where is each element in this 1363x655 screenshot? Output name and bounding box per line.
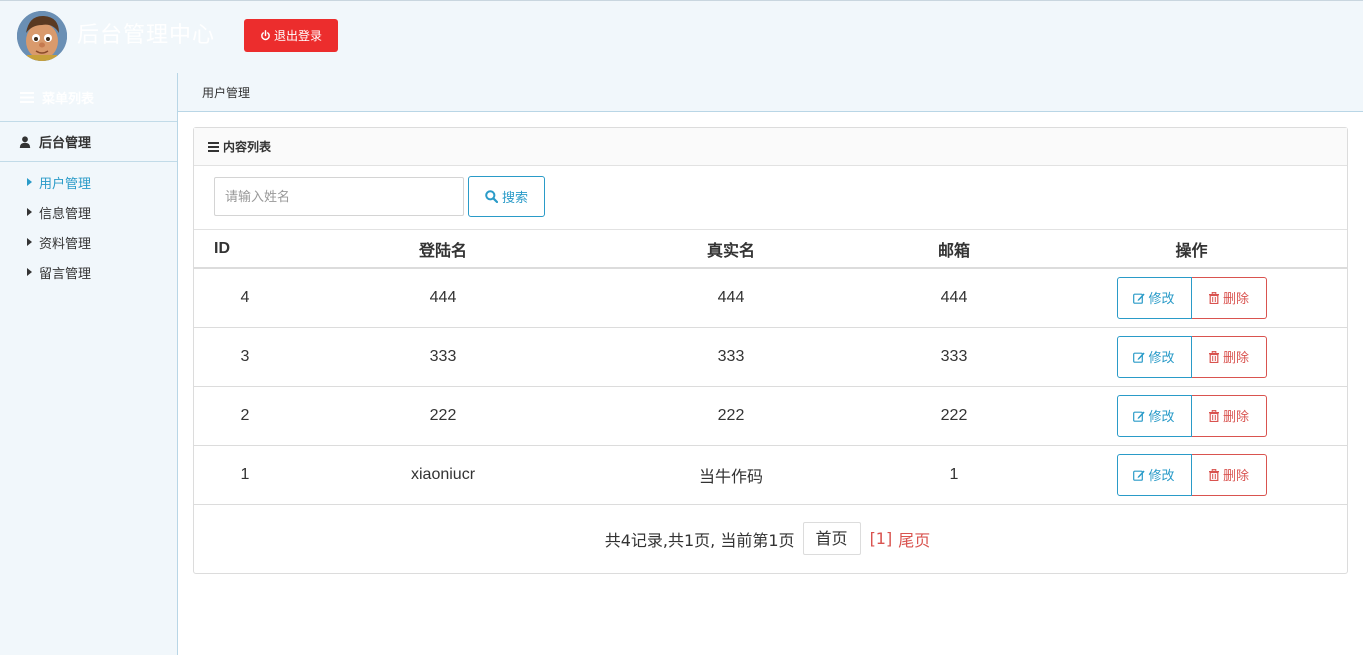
trash-icon (1208, 409, 1220, 422)
cell-login: 444 (296, 268, 590, 328)
current-page-link[interactable]: [1] (870, 529, 893, 548)
cell-id: 1 (194, 445, 296, 505)
caret-right-icon (27, 238, 32, 246)
sidebar-item-label: 用户管理 (39, 176, 92, 192)
panel-title: 内容列表 (223, 140, 272, 154)
list-icon (208, 141, 219, 152)
delete-label: 删除 (1222, 410, 1249, 425)
sidebar-menu: 用户管理 信息管理 资料管理 留言管理 (0, 167, 177, 287)
edit-button[interactable]: 修改 (1116, 276, 1192, 319)
cell-email: 333 (872, 327, 1036, 387)
cell-actions: 修改 删除 (1036, 445, 1347, 505)
delete-button[interactable]: 删除 (1191, 453, 1267, 496)
sidebar-item-label: 信息管理 (39, 206, 92, 222)
panel-heading: 内容列表 (194, 128, 1347, 166)
column-header-actions: 操作 (1036, 230, 1347, 269)
edit-icon (1133, 410, 1146, 422)
sidebar: 菜单列表 后台管理 用户管理 信息管理 资料管理 留言管理 (0, 73, 178, 655)
caret-right-icon (27, 268, 32, 276)
logout-label: 退出登录 (273, 29, 322, 43)
caret-right-icon (27, 178, 32, 186)
edit-label: 修改 (1148, 469, 1175, 484)
edit-button[interactable]: 修改 (1116, 394, 1192, 437)
search-button-label: 搜索 (501, 191, 528, 206)
cell-login: 222 (296, 386, 590, 446)
sidebar-item-data-management[interactable]: 资料管理 (0, 227, 177, 257)
name-search-input[interactable] (214, 177, 464, 216)
cell-login: 333 (296, 327, 590, 387)
edit-button[interactable]: 修改 (1116, 453, 1192, 496)
trash-icon (1208, 291, 1220, 304)
sidebar-group-label: 后台管理 (39, 136, 92, 151)
cell-realname: 333 (590, 327, 872, 387)
edit-icon (1133, 351, 1146, 363)
cell-actions: 修改 删除 (1036, 327, 1347, 387)
user-table: ID 登陆名 真实名 邮箱 操作 4 444 444 444 修改 删除 3 3… (194, 230, 1347, 505)
sidebar-item-message-management[interactable]: 留言管理 (0, 257, 177, 287)
search-row: 搜索 (194, 166, 1347, 230)
breadcrumb-bar: 用户管理 (178, 73, 1363, 112)
cell-realname: 222 (590, 386, 872, 446)
search-icon (485, 190, 498, 203)
delete-button[interactable]: 删除 (1191, 394, 1267, 437)
content-panel: 内容列表 搜索 ID 登陆名 真实名 邮箱 操作 4 444 444 (193, 127, 1348, 574)
cell-id: 4 (194, 268, 296, 328)
sidebar-item-user-management[interactable]: 用户管理 (0, 167, 177, 197)
delete-button[interactable]: 删除 (1191, 335, 1267, 378)
trash-icon (1208, 468, 1220, 481)
list-icon (20, 91, 34, 103)
table-row: 3 333 333 333 修改 删除 (194, 327, 1347, 387)
breadcrumb: 用户管理 (202, 86, 251, 100)
edit-label: 修改 (1148, 292, 1175, 308)
cell-actions: 修改 删除 (1036, 386, 1347, 446)
first-page-button[interactable]: 首页 (802, 522, 861, 555)
power-icon (260, 30, 271, 41)
delete-label: 删除 (1222, 351, 1249, 366)
menu-list-title: 菜单列表 (42, 91, 95, 107)
last-page-link[interactable]: 尾页 (898, 527, 930, 551)
table-row: 4 444 444 444 修改 删除 (194, 268, 1347, 328)
menu-list-header: 菜单列表 (0, 73, 177, 122)
caret-right-icon (27, 208, 32, 216)
user-icon (19, 135, 31, 148)
column-header-id: ID (194, 230, 296, 269)
sidebar-item-info-management[interactable]: 信息管理 (0, 197, 177, 227)
table-row: 2 222 222 222 修改 删除 (194, 386, 1347, 446)
cell-email: 1 (872, 445, 1036, 505)
cell-login: xiaoniucr (296, 445, 590, 505)
avatar (17, 11, 67, 61)
table-row: 1 xiaoniucr 当牛作码 1 修改 删除 (194, 445, 1347, 505)
edit-icon (1133, 292, 1146, 304)
column-header-realname: 真实名 (590, 230, 872, 269)
logout-button[interactable]: 退出登录 (244, 19, 338, 52)
cell-actions: 修改 删除 (1036, 268, 1347, 328)
table-header-row: ID 登陆名 真实名 邮箱 操作 (194, 230, 1347, 269)
sidebar-item-label: 留言管理 (39, 266, 92, 282)
cell-id: 3 (194, 327, 296, 387)
edit-button[interactable]: 修改 (1116, 335, 1192, 378)
cell-id: 2 (194, 386, 296, 446)
edit-label: 修改 (1148, 410, 1175, 425)
app-title: 后台管理中心 (77, 23, 216, 48)
delete-button[interactable]: 删除 (1191, 276, 1267, 319)
edit-label: 修改 (1148, 351, 1175, 366)
column-header-email: 邮箱 (872, 230, 1036, 269)
sidebar-group-admin[interactable]: 后台管理 (0, 122, 177, 162)
sidebar-item-label: 资料管理 (39, 236, 92, 252)
trash-icon (1208, 350, 1220, 363)
delete-label: 删除 (1222, 292, 1249, 308)
search-button[interactable]: 搜索 (468, 176, 545, 217)
header: 后台管理中心 退出登录 (0, 0, 1363, 73)
pagination: 共4记录,共1页, 当前第1页 首页 [1] 尾页 (194, 522, 1347, 555)
cell-email: 222 (872, 386, 1036, 446)
cell-realname: 当牛作码 (590, 445, 872, 505)
column-header-login: 登陆名 (296, 230, 590, 269)
cell-email: 444 (872, 268, 1036, 328)
pagination-info: 共4记录,共1页, 当前第1页 (604, 530, 795, 550)
edit-icon (1133, 469, 1146, 481)
delete-label: 删除 (1222, 469, 1249, 484)
cell-realname: 444 (590, 268, 872, 328)
